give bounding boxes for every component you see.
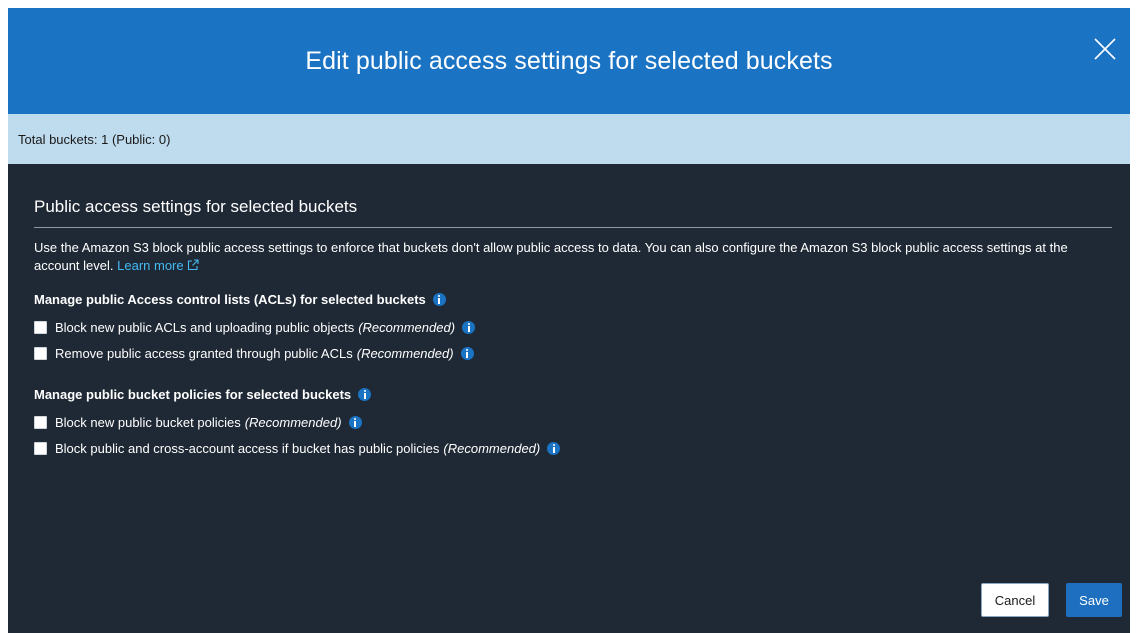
- bucket-summary-bar: Total buckets: 1 (Public: 0): [8, 114, 1130, 164]
- info-icon[interactable]: [462, 320, 476, 334]
- option-label: Remove public access granted through pub…: [55, 345, 353, 361]
- save-button[interactable]: Save: [1066, 583, 1122, 617]
- edit-public-access-modal: Edit public access settings for selected…: [8, 8, 1130, 633]
- option-label: Block new public bucket policies: [55, 414, 241, 430]
- option-remove-public-acls: Remove public access granted through pub…: [34, 344, 1112, 362]
- block-new-public-acls-checkbox[interactable]: [34, 320, 47, 334]
- option-block-new-public-acls: Block new public ACLs and uploading publ…: [34, 318, 1112, 336]
- info-icon[interactable]: [358, 388, 372, 401]
- bucket-summary-text: Total buckets: 1 (Public: 0): [18, 131, 171, 147]
- cancel-button[interactable]: Cancel: [981, 583, 1049, 617]
- recommended-note: (Recommended): [356, 345, 454, 361]
- info-icon[interactable]: [460, 346, 474, 360]
- remove-public-acls-checkbox[interactable]: [34, 346, 47, 360]
- modal-title: Edit public access settings for selected…: [305, 46, 833, 75]
- policy-group-heading-text: Manage public bucket policies for select…: [34, 387, 352, 402]
- external-link-icon: [187, 259, 199, 271]
- close-button[interactable]: [1092, 36, 1118, 62]
- section-title: Public access settings for selected buck…: [34, 197, 1112, 228]
- learn-more-label: Learn more: [117, 258, 184, 273]
- option-block-new-public-policies: Block new public bucket policies (Recomm…: [34, 413, 1112, 431]
- section-description: Use the Amazon S3 block public access se…: [34, 239, 1112, 275]
- acl-group-heading: Manage public Access control lists (ACLs…: [34, 292, 1112, 307]
- acl-group-heading-text: Manage public Access control lists (ACLs…: [34, 292, 426, 307]
- modal-header: Edit public access settings for selected…: [8, 8, 1130, 114]
- block-new-public-policies-checkbox[interactable]: [34, 415, 47, 429]
- block-cross-account-access-checkbox[interactable]: [34, 441, 47, 455]
- recommended-note: (Recommended): [358, 319, 456, 335]
- option-block-cross-account-access: Block public and cross-account access if…: [34, 439, 1112, 457]
- info-icon[interactable]: [432, 293, 446, 306]
- modal-footer: Cancel Save: [981, 583, 1122, 617]
- info-icon[interactable]: [348, 415, 362, 429]
- policy-group-heading: Manage public bucket policies for select…: [34, 387, 1112, 402]
- option-label: Block public and cross-account access if…: [55, 440, 440, 456]
- info-icon[interactable]: [547, 441, 561, 455]
- learn-more-link[interactable]: Learn more: [117, 258, 199, 273]
- modal-content: Public access settings for selected buck…: [8, 197, 1130, 457]
- recommended-note: (Recommended): [443, 440, 541, 456]
- recommended-note: (Recommended): [244, 414, 342, 430]
- option-label: Block new public ACLs and uploading publ…: [55, 319, 355, 335]
- close-icon: [1094, 38, 1116, 60]
